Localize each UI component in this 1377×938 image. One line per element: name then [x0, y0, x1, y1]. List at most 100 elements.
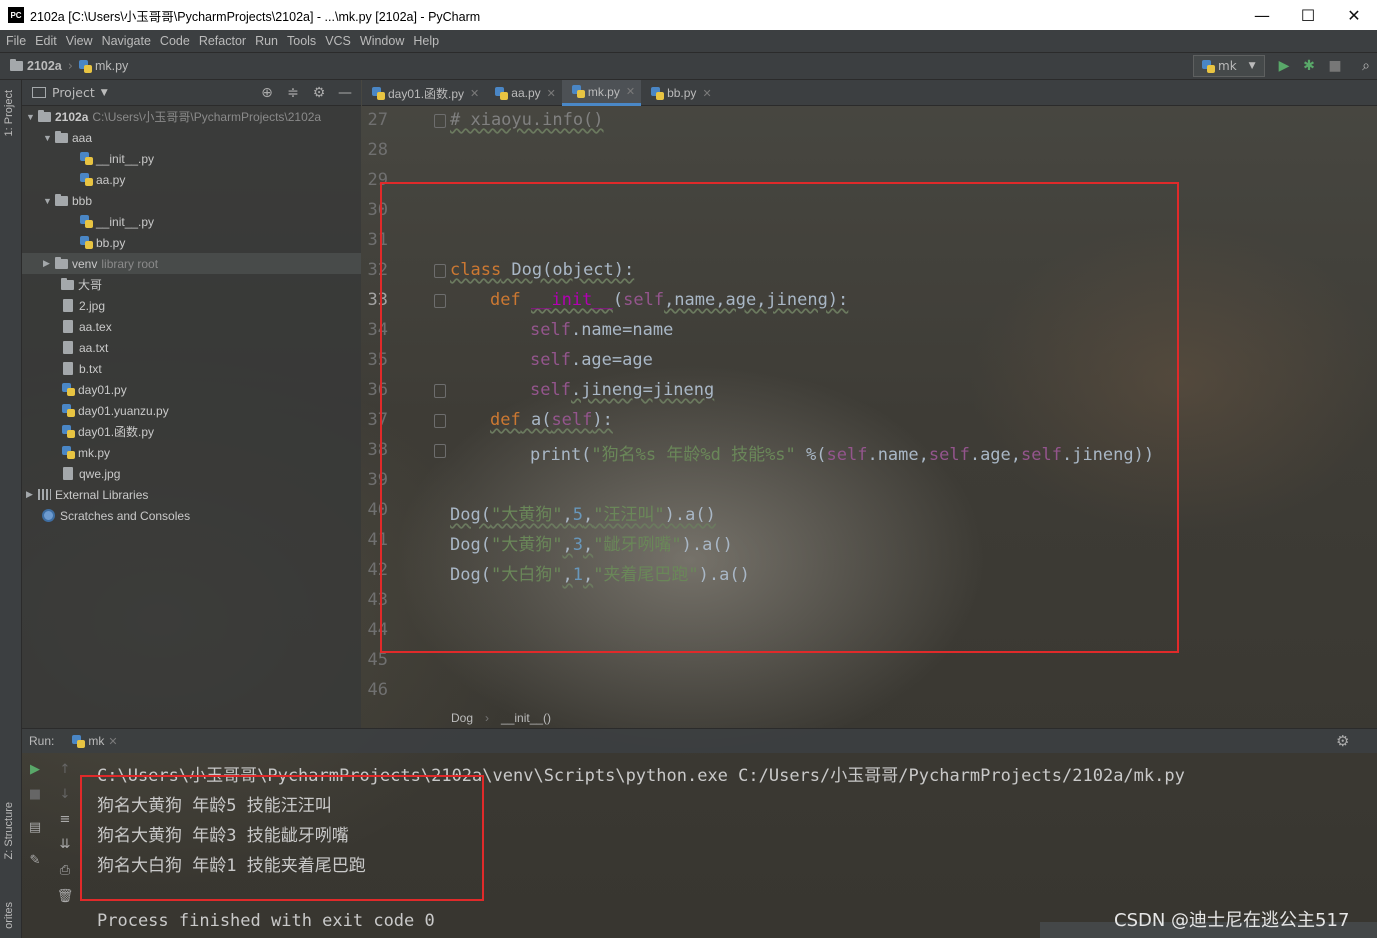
nav-crumb-file[interactable]: mk.py — [78, 59, 128, 73]
code-highlight-box — [380, 182, 1179, 653]
python-file-icon — [78, 59, 92, 73]
hide-icon[interactable]: — — [335, 83, 355, 103]
menu-vcs[interactable]: VCS — [325, 34, 351, 48]
tree-item-file[interactable]: day01.函数.py — [22, 421, 361, 442]
minimize-button[interactable]: — — [1239, 0, 1285, 30]
window-title: 2102a [C:\Users\小玉哥哥\PycharmProjects\210… — [30, 9, 481, 24]
run-toolbar-secondary: ↑ ↓ ≡ ⇊ ⎙ 🗑 — [52, 753, 78, 938]
search-icon[interactable]: ⌕ — [1356, 56, 1376, 76]
soft-wrap-icon[interactable]: ≡ — [56, 810, 74, 828]
down-arrow-icon[interactable]: ↓ — [56, 785, 74, 803]
project-tool-tab[interactable]: 1: Project — [3, 90, 15, 136]
trash-icon[interactable]: 🗑 — [56, 887, 74, 905]
run-icon[interactable]: ▶ — [1274, 56, 1294, 76]
fold-marker[interactable] — [434, 114, 446, 128]
menu-view[interactable]: View — [66, 34, 93, 48]
tree-item-folder[interactable]: ▼ aaa — [22, 127, 361, 148]
editor-tab-aa[interactable]: aa.py ✕ — [485, 80, 562, 106]
project-panel: Project ▼ ⊕ ≑ ⚙ — ▼ 2102a C:\Users\小玉哥哥\… — [22, 80, 361, 728]
editor-tab-bb[interactable]: bb.py ✕ — [641, 80, 718, 106]
code-comment: # xiaoyu.info() — [450, 110, 604, 130]
run-tab-mk[interactable]: mk ✕ — [72, 734, 118, 748]
favorites-tool-tab[interactable]: orites — [3, 902, 15, 929]
layout-icon[interactable]: ▤ — [26, 818, 44, 836]
collapse-all-icon[interactable]: ≑ — [283, 83, 303, 103]
run-toolbar-primary: ▶ ■ ▤ ✎ — [22, 753, 48, 938]
close-icon[interactable]: ✕ — [547, 87, 556, 100]
tree-item-file[interactable]: aa.py — [22, 169, 361, 190]
menu-run[interactable]: Run — [255, 34, 278, 48]
python-file-icon — [80, 173, 93, 186]
tree-item-file[interactable]: aa.txt — [22, 337, 361, 358]
tree-item-file[interactable]: qwe.jpg — [22, 463, 361, 484]
menu-tools[interactable]: Tools — [287, 34, 316, 48]
code-line-27: # xiaoyu.info() — [450, 110, 604, 130]
editor-tab-label: aa.py — [511, 86, 541, 100]
breadcrumb-class[interactable]: Dog — [451, 711, 473, 725]
close-icon[interactable]: ✕ — [108, 735, 117, 748]
close-icon[interactable]: ✕ — [702, 87, 711, 100]
tree-item-folder[interactable]: ▶ venv library root — [22, 253, 361, 274]
maximize-button[interactable]: ☐ — [1285, 0, 1331, 30]
scroll-to-end-icon[interactable]: ⇊ — [56, 835, 74, 853]
tree-item-file[interactable]: bb.py — [22, 232, 361, 253]
folder-icon — [38, 109, 51, 122]
tree-item-file[interactable]: 2.jpg — [22, 295, 361, 316]
nav-project-label: 2102a — [27, 59, 62, 73]
project-view-select[interactable]: Project — [52, 85, 95, 100]
menu-code[interactable]: Code — [160, 34, 190, 48]
tree-item-label: day01.函数.py — [78, 425, 155, 439]
tree-item-file[interactable]: day01.py — [22, 379, 361, 400]
left-tool-stripe: 1: Project Z: Structure orites — [0, 80, 22, 938]
nav-separator: › — [67, 58, 73, 74]
close-window-button[interactable]: ✕ — [1331, 0, 1377, 30]
menu-file[interactable]: File — [6, 34, 26, 48]
menu-help[interactable]: Help — [413, 34, 439, 48]
tree-item-scratches[interactable]: Scratches and Consoles — [22, 505, 361, 526]
tree-item-file[interactable]: b.txt — [22, 358, 361, 379]
chevron-down-icon[interactable]: ▼ — [101, 88, 108, 98]
output-highlight-box — [80, 775, 484, 901]
tree-item-file[interactable]: __init__.py — [22, 148, 361, 169]
stop-icon[interactable]: ■ — [26, 785, 44, 803]
menu-navigate[interactable]: Navigate — [102, 34, 151, 48]
run-configuration-select[interactable]: mk ▼ — [1193, 55, 1265, 77]
chevron-right-icon: ▶ — [26, 489, 33, 499]
line-number: 46 — [367, 680, 388, 700]
tree-item-file[interactable]: aa.tex — [22, 316, 361, 337]
folder-icon — [55, 130, 68, 143]
up-arrow-icon[interactable]: ↑ — [56, 760, 74, 778]
pin-icon[interactable]: ✎ — [26, 851, 44, 869]
tree-item-label: qwe.jpg — [79, 466, 121, 481]
gear-icon[interactable]: ⚙ — [309, 83, 329, 103]
python-file-icon — [62, 446, 75, 459]
print-icon[interactable]: ⎙ — [56, 861, 74, 879]
menu-edit[interactable]: Edit — [35, 34, 57, 48]
tree-item-folder[interactable]: ▼ bbb — [22, 190, 361, 211]
line-number: 28 — [367, 140, 388, 160]
structure-tool-tab[interactable]: Z: Structure — [3, 802, 15, 859]
tree-item-external-libraries[interactable]: ▶ External Libraries — [22, 484, 361, 505]
text-file-icon — [63, 341, 73, 354]
tree-item-file[interactable]: mk.py — [22, 442, 361, 463]
tree-item-file[interactable]: day01.yuanzu.py — [22, 400, 361, 421]
chevron-down-icon: ▼ — [26, 111, 35, 122]
editor-tab-day01-functions[interactable]: day01.函数.py ✕ — [362, 80, 485, 106]
breadcrumb-method[interactable]: __init__() — [501, 711, 551, 725]
stop-icon[interactable]: ■ — [1325, 56, 1345, 76]
menu-refactor[interactable]: Refactor — [199, 34, 246, 48]
tree-item-project-root[interactable]: ▼ 2102a C:\Users\小玉哥哥\PycharmProjects\21… — [22, 106, 361, 127]
close-icon[interactable]: ✕ — [470, 87, 479, 100]
tree-item-folder[interactable]: 大哥 — [22, 274, 361, 295]
rerun-icon[interactable]: ▶ — [26, 760, 44, 778]
editor-tab-mk[interactable]: mk.py ✕ — [561, 80, 642, 106]
python-file-icon — [80, 152, 93, 165]
close-icon[interactable]: ✕ — [626, 85, 635, 98]
menu-window[interactable]: Window — [360, 34, 404, 48]
gear-icon[interactable]: ⚙ — [1336, 732, 1349, 750]
debug-icon[interactable]: ✱ — [1299, 56, 1319, 76]
tree-item-file[interactable]: __init__.py — [22, 211, 361, 232]
tree-item-label: day01.py — [78, 382, 127, 397]
nav-crumb-project[interactable]: 2102a — [10, 59, 62, 73]
locate-icon[interactable]: ⊕ — [257, 83, 277, 103]
